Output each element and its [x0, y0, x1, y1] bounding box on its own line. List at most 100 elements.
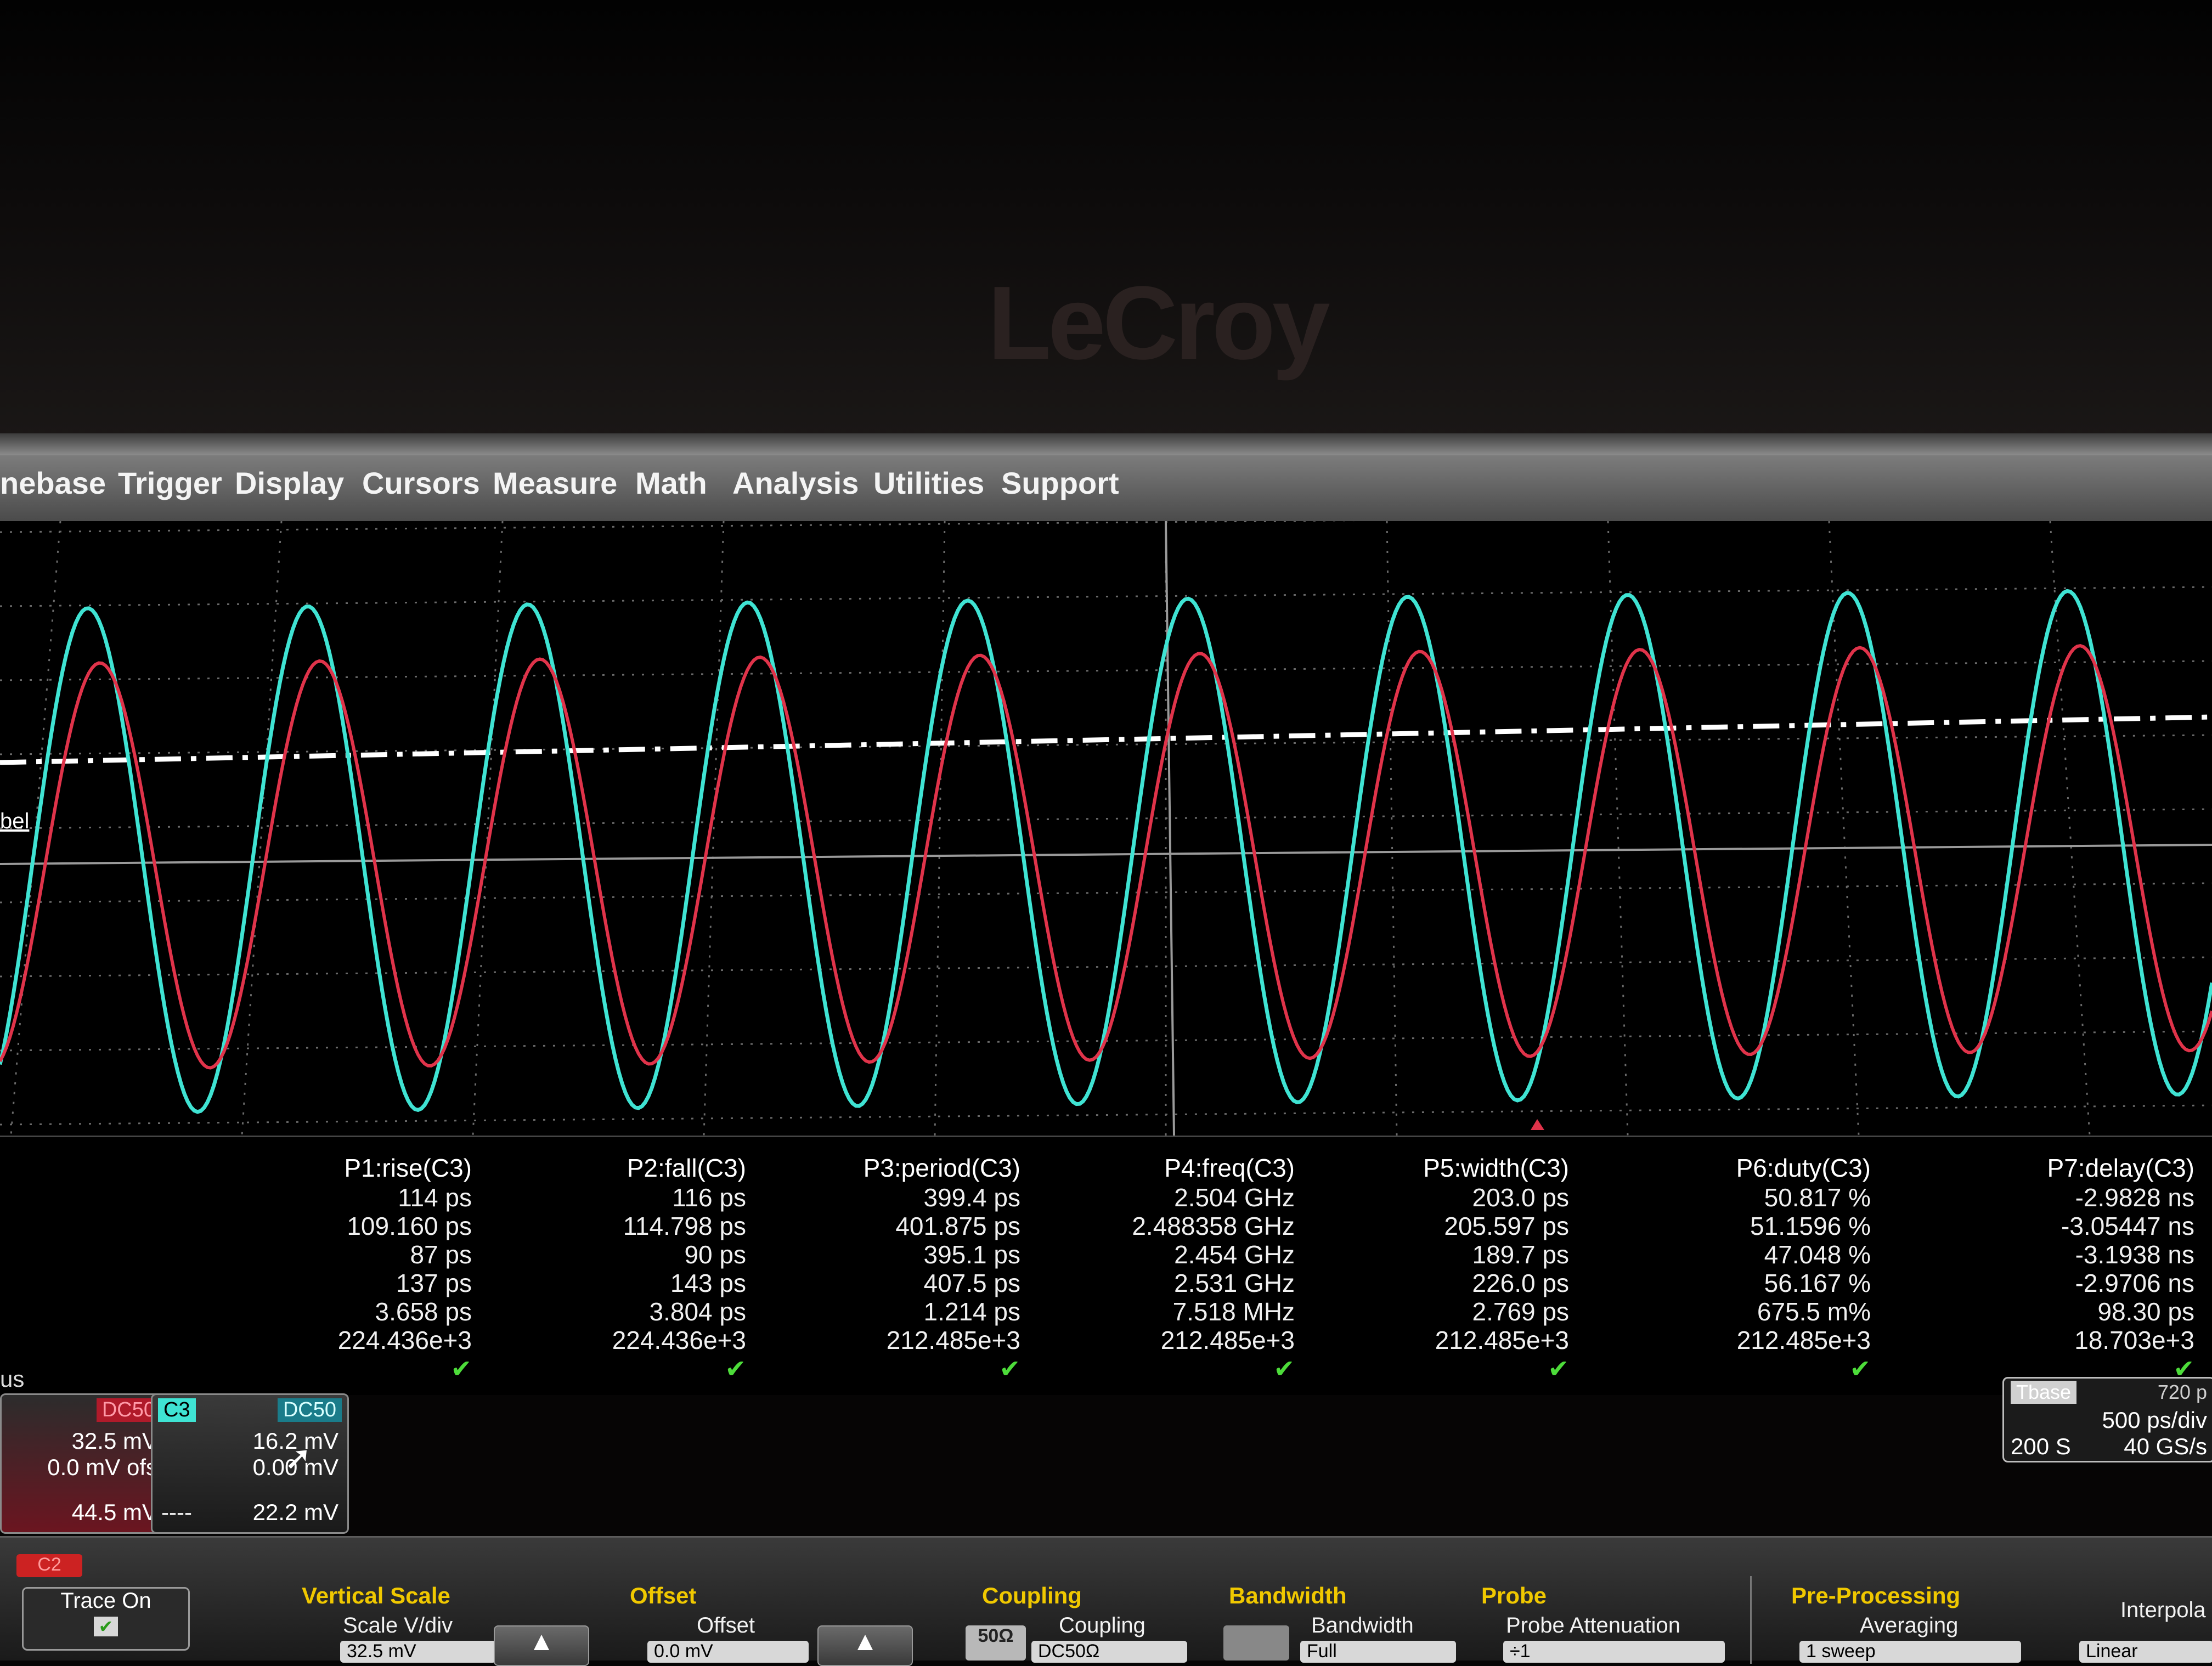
- timebase-rate: 40 GS/s: [2124, 1433, 2207, 1459]
- param-min: 47.048 %: [1764, 1240, 1871, 1269]
- param-sdev: 3.804 ps: [649, 1297, 746, 1326]
- grid-label: bel: [0, 809, 30, 833]
- status-label: us: [0, 1366, 25, 1392]
- grid-line-vertical: [1607, 521, 1629, 1136]
- channel-footer: 44.5 mV: [71, 1499, 157, 1525]
- param-max: 2.531 GHz: [1174, 1269, 1295, 1297]
- averaging-select[interactable]: 1 sweep: [1799, 1641, 2021, 1663]
- param-count: 224.436e+3: [337, 1326, 472, 1354]
- coupling-50ohm-badge[interactable]: 50Ω: [966, 1625, 1026, 1661]
- check-icon: ✔: [999, 1354, 1020, 1383]
- interpolation-label: Interpola: [2120, 1598, 2206, 1622]
- menu-support[interactable]: Support: [1001, 465, 1119, 501]
- param-mean: -3.05447 ns: [2061, 1212, 2194, 1240]
- param-p7[interactable]: P7:delay(C3) -2.9828 ns -3.05447 ns -3.1…: [1931, 1154, 2194, 1383]
- offset-field[interactable]: 0.0 mV: [647, 1641, 809, 1663]
- menu-bar: nebase Trigger Display Cursors Measure M…: [0, 455, 2212, 523]
- vertical-scale-field[interactable]: 32.5 mV: [340, 1641, 496, 1663]
- averaging-label: Averaging: [1860, 1613, 1959, 1637]
- param-mean: 401.875 ps: [895, 1212, 1020, 1240]
- offset-up-button[interactable]: ▲: [817, 1625, 913, 1666]
- vertical-scale-up-button[interactable]: ▲: [494, 1625, 589, 1666]
- param-sdev: 2.769 ps: [1472, 1297, 1569, 1326]
- coupling-label: Coupling: [1059, 1613, 1146, 1637]
- param-min: 189.7 ps: [1472, 1240, 1569, 1269]
- waveform-grid[interactable]: bel: [0, 521, 2212, 1136]
- param-value: 399.4 ps: [923, 1183, 1020, 1212]
- param-value: 116 ps: [672, 1183, 746, 1212]
- param-p3[interactable]: P3:period(C3) 399.4 ps 401.875 ps 395.1 …: [779, 1154, 1020, 1383]
- interpolation-select[interactable]: Linear: [2079, 1641, 2212, 1663]
- param-value: -2.9828 ns: [2075, 1183, 2194, 1212]
- check-icon: ✔: [1273, 1354, 1295, 1383]
- param-mean: 2.488358 GHz: [1132, 1212, 1295, 1240]
- channel-tag: C3: [158, 1398, 196, 1422]
- param-title: P5:width(C3): [1423, 1154, 1569, 1182]
- bandwidth-filter-icon[interactable]: [1223, 1625, 1289, 1661]
- param-value: 203.0 ps: [1472, 1183, 1569, 1212]
- channel-c3-descriptor[interactable]: C3 DC50 16.2 mV 0.00 mV ---- 22.2 mV ➚: [151, 1393, 349, 1534]
- divider: [1750, 1576, 1752, 1664]
- param-title: P2:fall(C3): [627, 1154, 746, 1182]
- vertical-scale-label: Scale V/div: [343, 1613, 453, 1637]
- menu-utilities[interactable]: Utilities: [873, 465, 984, 501]
- tab-c2[interactable]: C2: [16, 1554, 82, 1577]
- param-p6[interactable]: P6:duty(C3) 50.817 % 51.1596 % 47.048 % …: [1629, 1154, 1871, 1383]
- bandwidth-select[interactable]: Full: [1300, 1641, 1456, 1663]
- param-min: 395.1 ps: [923, 1240, 1020, 1269]
- timebase-descriptor[interactable]: Tbase 720 p 500 ps/div 200 S 40 GS/s: [2002, 1377, 2212, 1462]
- menu-trigger[interactable]: Trigger: [118, 465, 222, 501]
- param-p1[interactable]: P1:rise(C3) 114 ps 109.160 ps 87 ps 137 …: [230, 1154, 472, 1383]
- param-mean: 109.160 ps: [347, 1212, 472, 1240]
- menu-measure[interactable]: Measure: [493, 465, 617, 501]
- param-count: 224.436e+3: [612, 1326, 746, 1354]
- menu-timebase[interactable]: nebase: [0, 465, 106, 501]
- check-icon: ✔: [725, 1354, 746, 1383]
- param-title: P1:rise(C3): [344, 1154, 472, 1182]
- param-value: 2.504 GHz: [1174, 1183, 1295, 1212]
- param-title: P3:period(C3): [863, 1154, 1020, 1182]
- param-min: 2.454 GHz: [1174, 1240, 1295, 1269]
- channel-c2-descriptor[interactable]: C2 DC50 32.5 mV 0.0 mV ofs 44.5 mV: [0, 1393, 168, 1534]
- probe-attenuation-field[interactable]: ÷1: [1503, 1641, 1725, 1663]
- param-value: 114 ps: [398, 1183, 472, 1212]
- param-min: -3.1938 ns: [2075, 1240, 2194, 1269]
- grid-axis-vertical: [1165, 521, 1175, 1136]
- grid-line-vertical: [934, 521, 946, 1136]
- menu-display[interactable]: Display: [235, 465, 344, 501]
- menu-math[interactable]: Math: [635, 465, 707, 501]
- param-mean: 205.597 ps: [1444, 1212, 1569, 1240]
- param-sdev: 3.658 ps: [375, 1297, 472, 1326]
- param-sdev: 7.518 MHz: [1172, 1297, 1295, 1326]
- param-max: 56.167 %: [1764, 1269, 1871, 1297]
- param-max: 137 ps: [396, 1269, 472, 1297]
- menu-cursors[interactable]: Cursors: [362, 465, 480, 501]
- brand-logo: LeCroy: [988, 265, 1330, 381]
- waveform-display: [0, 521, 2212, 1136]
- trace-c3-waveform: [0, 589, 2212, 1114]
- coupling-badge: DC50: [277, 1398, 342, 1422]
- mouse-cursor-icon: ➚: [284, 1439, 312, 1476]
- coupling-select[interactable]: DC50Ω: [1031, 1641, 1187, 1663]
- channel-offset: 0.0 mV ofs: [47, 1454, 157, 1480]
- timebase-title: Tbase: [2011, 1381, 2077, 1404]
- param-count: 212.485e+3: [1435, 1326, 1569, 1354]
- param-max: -2.9706 ns: [2075, 1269, 2194, 1297]
- param-sdev: 98.30 ps: [2097, 1297, 2194, 1326]
- param-mean: 51.1596 %: [1750, 1212, 1871, 1240]
- probe-title: Probe: [1481, 1583, 1547, 1608]
- checkbox-checked-icon[interactable]: ✔: [94, 1617, 118, 1636]
- check-icon: ✔: [1849, 1354, 1871, 1383]
- trace-on-toggle[interactable]: Trace On ✔: [22, 1587, 190, 1651]
- param-count: 212.485e+3: [886, 1326, 1020, 1354]
- param-p4[interactable]: P4:freq(C3) 2.504 GHz 2.488358 GHz 2.454…: [1053, 1154, 1295, 1383]
- grid-axis-horizontal: [0, 844, 2212, 865]
- param-p5[interactable]: P5:width(C3) 203.0 ps 205.597 ps 189.7 p…: [1328, 1154, 1569, 1383]
- param-title: P7:delay(C3): [2047, 1154, 2194, 1182]
- channel-footer-left: ----: [161, 1499, 192, 1525]
- channel-setup-panel: C2 Trace On ✔ Vertical Scale Scale V/div…: [0, 1536, 2212, 1666]
- menu-analysis[interactable]: Analysis: [732, 465, 859, 501]
- preprocessing-title: Pre-Processing: [1791, 1583, 1961, 1608]
- trace-on-label: Trace On: [60, 1589, 151, 1613]
- param-p2[interactable]: P2:fall(C3) 116 ps 114.798 ps 90 ps 143 …: [505, 1154, 746, 1383]
